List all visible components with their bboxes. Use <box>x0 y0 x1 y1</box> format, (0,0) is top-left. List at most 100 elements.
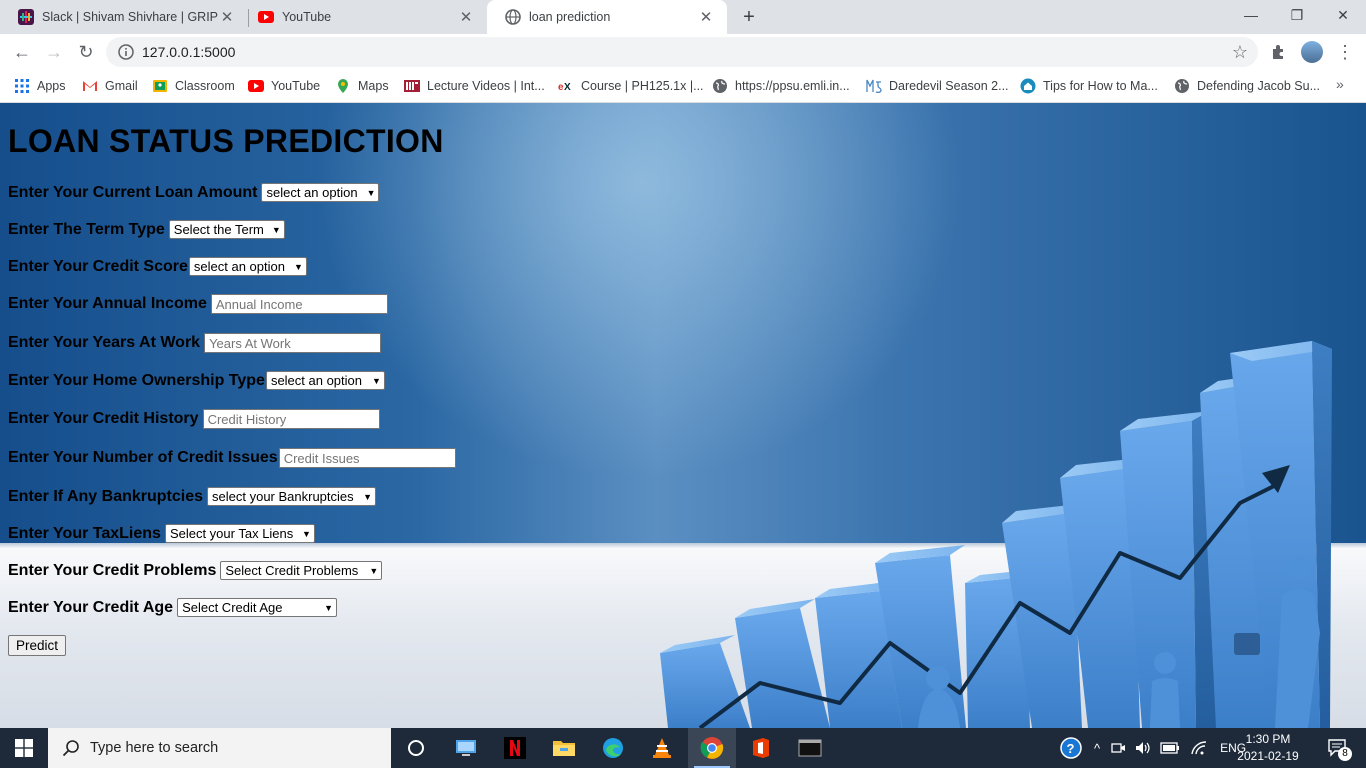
battery-icon[interactable] <box>1160 741 1180 755</box>
credit-score-row: Enter Your Credit Score select an option… <box>8 257 307 276</box>
bookmark-lecture-videos[interactable]: Lecture Videos | Int... <box>404 77 545 95</box>
chevron-down-icon: ▼ <box>366 187 376 198</box>
bookmark-classroom[interactable]: Classroom <box>152 77 235 95</box>
vlc-cone-icon <box>653 738 671 758</box>
credit-age-select[interactable]: Select Credit Age ▼ <box>177 598 338 617</box>
tab-strip: Slack | Shivam Shivhare | GRIP - F ✕ You… <box>0 0 1366 34</box>
youtube-icon <box>258 11 274 23</box>
url-text[interactable]: 127.0.0.1:5000 <box>142 44 235 60</box>
taskbar-clock[interactable]: 1:30 PM 2021-02-19 <box>1236 731 1300 765</box>
tab-close-icon[interactable]: ✕ <box>457 8 475 26</box>
tab-slack[interactable]: Slack | Shivam Shivhare | GRIP - F ✕ <box>0 0 248 34</box>
taskbar-app-edge[interactable] <box>589 728 637 768</box>
credit-score-label: Enter Your Credit Score <box>8 257 188 275</box>
taskbar-app-pc[interactable] <box>442 728 490 768</box>
credit-history-row: Enter Your Credit History <box>8 409 380 429</box>
search-placeholder: Type here to search <box>90 740 219 756</box>
bookmark-label: Gmail <box>105 79 138 93</box>
bookmark-tips[interactable]: Tips for How to Ma... <box>1020 77 1158 95</box>
forward-button[interactable]: → <box>40 38 68 66</box>
clock-time: 1:30 PM <box>1245 732 1291 746</box>
bookmarks-bar: Apps Gmail Classroom YouTube Maps Lectur… <box>0 70 1366 103</box>
system-tray: ? ^ ENG <box>1060 728 1252 768</box>
bookmark-course-edx[interactable]: e X Course | PH125.1x |... <box>558 77 704 95</box>
address-bar[interactable]: 127.0.0.1:5000 ☆ <box>106 37 1258 67</box>
bar-chart-illustration <box>660 341 1332 728</box>
taskbar-app-office[interactable] <box>737 728 785 768</box>
bookmark-label: Lecture Videos | Int... <box>427 79 545 93</box>
taskbar-app-file-explorer[interactable] <box>540 728 588 768</box>
credit-problems-select[interactable]: Select Credit Problems ▼ <box>220 561 383 580</box>
reload-button[interactable]: ↻ <box>72 38 100 66</box>
tab-close-icon[interactable]: ✕ <box>218 8 236 26</box>
taskbar-app-chrome[interactable] <box>688 728 736 768</box>
bookmark-star-icon[interactable]: ☆ <box>1232 42 1248 63</box>
taskbar-app-terminal[interactable] <box>786 728 834 768</box>
home-circle-icon <box>1020 78 1036 94</box>
bookmark-youtube[interactable]: YouTube <box>248 77 320 95</box>
tax-liens-select[interactable]: Select your Tax Liens ▼ <box>164 524 315 543</box>
info-icon[interactable] <box>118 44 134 60</box>
credit-history-input[interactable] <box>202 409 380 429</box>
home-ownership-label: Enter Your Home Ownership Type <box>8 371 265 389</box>
chrome-menu-icon[interactable]: ⋮ <box>1336 41 1354 63</box>
back-button[interactable]: ← <box>8 38 36 66</box>
bookmark-defending-jacob[interactable]: Defending Jacob Su... <box>1174 77 1320 95</box>
tray-chevron-up-icon[interactable]: ^ <box>1094 741 1100 756</box>
loan-amount-select[interactable]: select an option ▼ <box>261 183 380 202</box>
years-at-work-row: Enter Your Years At Work <box>8 333 382 353</box>
help-icon[interactable]: ? <box>1060 737 1082 759</box>
apps-grid-icon <box>15 79 29 93</box>
bookmark-gmail[interactable]: Gmail <box>82 77 138 95</box>
gmail-icon <box>83 81 97 91</box>
bookmark-label: Defending Jacob Su... <box>1197 79 1320 93</box>
credit-score-select[interactable]: select an option ▼ <box>188 257 307 276</box>
mit-ocw-icon <box>404 80 420 92</box>
volume-icon[interactable] <box>1134 740 1152 756</box>
bookmark-maps[interactable]: Maps <box>335 77 389 95</box>
notification-center-button[interactable]: 8 <box>1318 728 1358 768</box>
bookmarks-overflow-button[interactable]: » <box>1336 76 1344 92</box>
wifi-icon[interactable] <box>1190 740 1208 756</box>
page-content: LOAN STATUS PREDICTION Enter Your Curren… <box>0 103 1366 728</box>
bookmark-daredevil[interactable]: Daredevil Season 2... <box>866 77 1009 95</box>
new-tab-button[interactable]: + <box>738 6 760 28</box>
bookmark-label: YouTube <box>271 79 321 93</box>
tab-title: Slack | Shivam Shivhare | GRIP - F <box>42 10 218 24</box>
taskbar-app-vlc[interactable] <box>638 728 686 768</box>
minimize-button[interactable]: — <box>1228 0 1274 30</box>
tab-title: YouTube <box>282 10 332 24</box>
taskbar-app-netflix[interactable] <box>491 728 539 768</box>
tab-youtube[interactable]: YouTube ✕ <box>240 0 487 34</box>
profile-avatar[interactable] <box>1301 41 1323 63</box>
taskbar-search[interactable]: Type here to search <box>48 728 391 768</box>
term-row: Enter The Term Type Select the Term ▼ <box>8 220 285 239</box>
close-window-button[interactable]: ✕ <box>1320 0 1366 30</box>
years-at-work-input[interactable] <box>204 333 382 353</box>
bookmark-ppsu[interactable]: https://ppsu.emli.in... <box>712 77 850 95</box>
select-value: select your Bankruptcies <box>212 489 354 504</box>
bookmark-label: Course | PH125.1x |... <box>581 79 704 93</box>
meet-now-icon[interactable] <box>1110 740 1126 756</box>
chevron-down-icon: ▼ <box>369 565 379 576</box>
tab-close-icon[interactable]: ✕ <box>697 8 715 26</box>
predict-button[interactable]: Predict <box>8 635 67 656</box>
maps-pin-icon <box>338 79 348 93</box>
term-select[interactable]: Select the Term ▼ <box>168 220 285 239</box>
netflix-icon <box>504 737 526 759</box>
bookmark-apps[interactable]: Apps <box>14 77 66 95</box>
extensions-puzzle-icon[interactable] <box>1270 43 1288 61</box>
tab-title: loan prediction <box>529 10 611 24</box>
bookmark-label: Apps <box>37 79 66 93</box>
bookmark-label: Daredevil Season 2... <box>889 79 1009 93</box>
credit-issues-input[interactable] <box>278 448 456 468</box>
chevron-down-icon: ▼ <box>271 224 281 235</box>
task-view-button[interactable] <box>392 728 440 768</box>
annual-income-input[interactable] <box>210 294 388 314</box>
loan-amount-label: Enter Your Current Loan Amount <box>8 183 258 201</box>
maximize-button[interactable]: ❐ <box>1274 0 1320 30</box>
start-button[interactable] <box>0 728 48 768</box>
tab-loan-prediction[interactable]: loan prediction ✕ <box>487 0 727 34</box>
home-ownership-select[interactable]: select an option ▼ <box>265 371 385 390</box>
bankruptcies-select[interactable]: select your Bankruptcies ▼ <box>207 487 377 506</box>
